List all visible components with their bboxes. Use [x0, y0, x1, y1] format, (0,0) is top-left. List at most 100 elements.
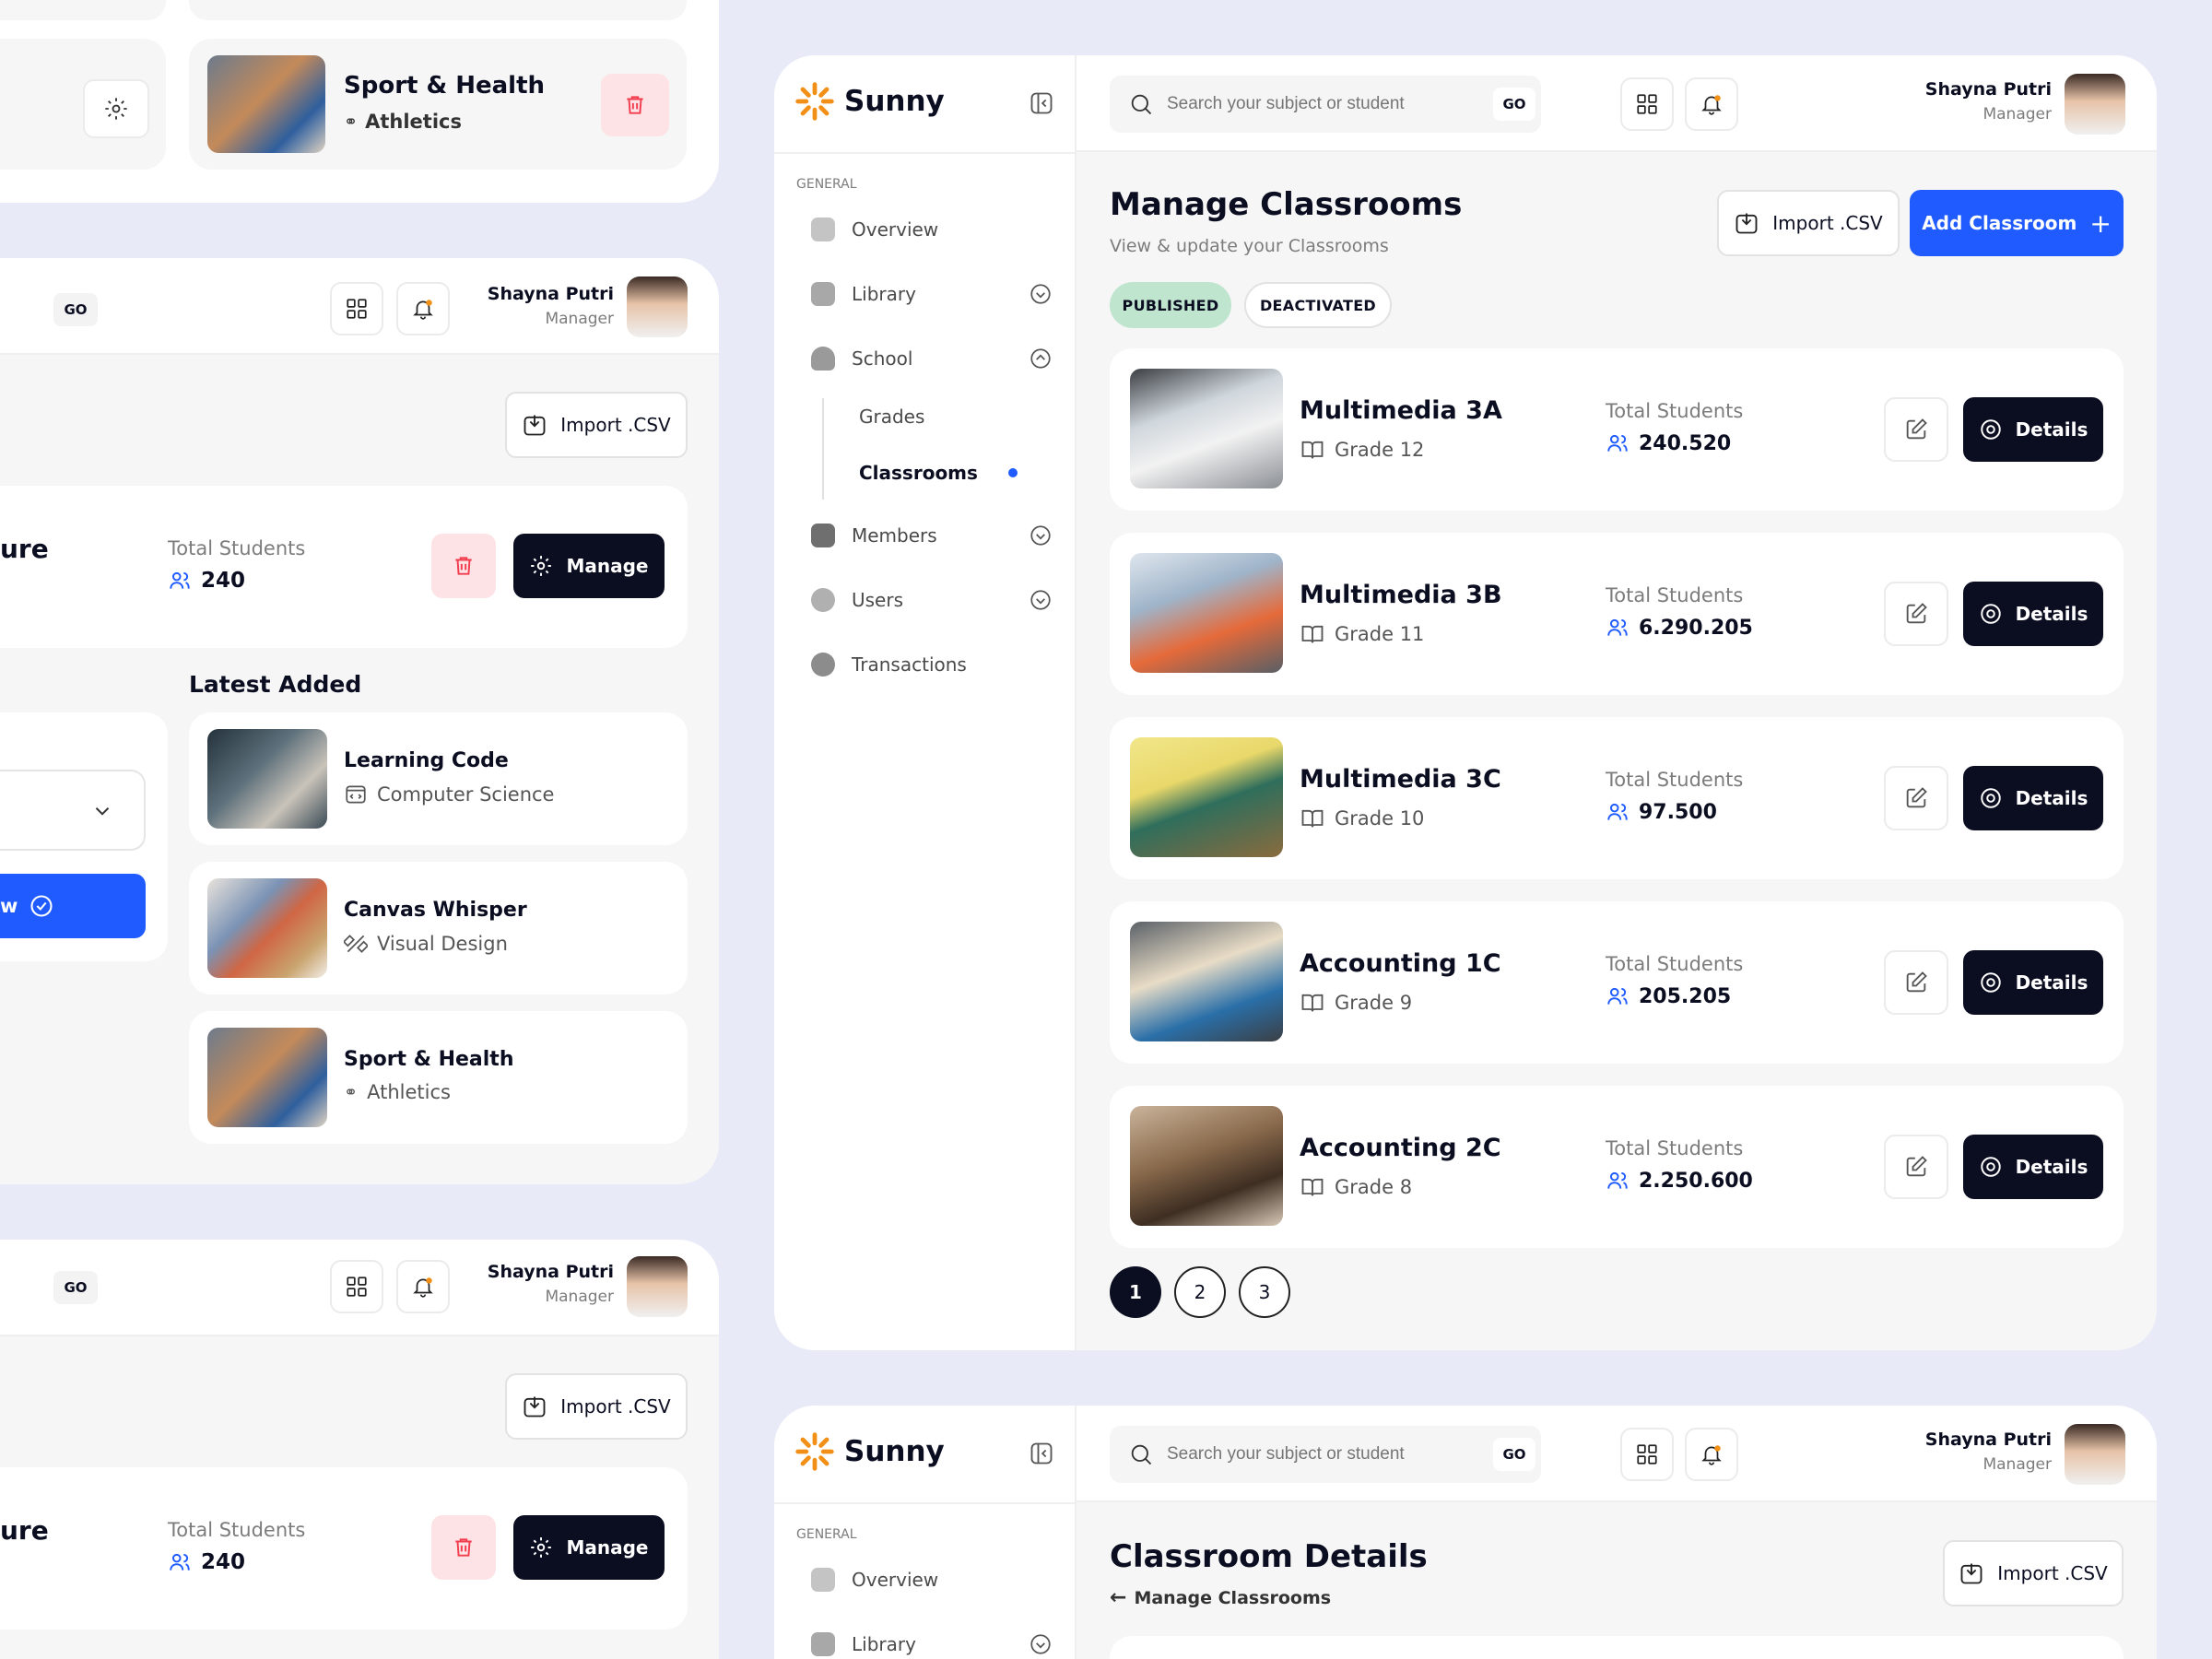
- sidebar-item-overview[interactable]: Overview: [811, 218, 938, 241]
- search-icon: [1131, 94, 1152, 115]
- apps-button[interactable]: [1620, 77, 1674, 131]
- edit-button[interactable]: [1884, 397, 1948, 462]
- total-students-value: 240: [168, 569, 245, 593]
- classroom-name: Multimedia 3C: [1300, 765, 1501, 794]
- edit-button[interactable]: [1884, 950, 1948, 1015]
- apps-button[interactable]: [330, 282, 383, 335]
- search-input[interactable]: [1167, 94, 1480, 114]
- top-header: GO Shayna Putri Manager: [1077, 1406, 2157, 1502]
- settings-button[interactable]: [83, 79, 149, 138]
- eye-icon: [1980, 788, 2001, 808]
- classroom-grade: Grade 12: [1300, 437, 1424, 463]
- classroom-row: Accounting 1C Grade 9 Total Students 205…: [1110, 901, 2124, 1064]
- total-students-label: Total Students: [1606, 584, 1744, 606]
- sidebar-item-library[interactable]: Library: [811, 282, 1053, 306]
- app-logo[interactable]: Sunny: [794, 81, 945, 122]
- tab-deactivated[interactable]: DEACTIVATED: [1244, 282, 1392, 328]
- tab-published[interactable]: PUBLISHED: [1110, 282, 1231, 328]
- search-go-button[interactable]: GO: [1493, 1438, 1535, 1471]
- app-name: Sunny: [844, 1435, 945, 1468]
- total-students-value: 6.290.205: [1606, 616, 1753, 640]
- details-button[interactable]: Details: [1963, 397, 2103, 462]
- manage-button[interactable]: Manage: [513, 534, 665, 598]
- users-icon: [170, 571, 190, 589]
- sidebar-item-school[interactable]: School: [811, 347, 1053, 371]
- edit-button[interactable]: [1884, 766, 1948, 830]
- import-csv-button[interactable]: Import .CSV: [1717, 190, 1900, 256]
- latest-item[interactable]: Canvas Whisper Visual Design: [189, 862, 688, 994]
- avatar[interactable]: [627, 1256, 688, 1317]
- manage-button[interactable]: Manage: [513, 1515, 665, 1580]
- delete-button[interactable]: [601, 74, 669, 136]
- grid-icon: [1637, 1444, 1657, 1465]
- classroom-name: Multimedia 3B: [1300, 581, 1502, 609]
- collapse-sidebar-button[interactable]: [1029, 90, 1054, 120]
- add-classroom-button[interactable]: Add Classroom +: [1910, 190, 2124, 256]
- notifications-button[interactable]: [396, 1260, 450, 1313]
- import-label: Import .CSV: [1997, 1562, 2108, 1584]
- search-bar[interactable]: GO: [1110, 76, 1541, 133]
- import-csv-button[interactable]: Import .CSV: [505, 1373, 688, 1440]
- grid-icon: [1637, 94, 1657, 114]
- avatar[interactable]: [2065, 74, 2125, 135]
- apps-button[interactable]: [1620, 1428, 1674, 1481]
- search-go-button[interactable]: GO: [1493, 88, 1535, 121]
- sidebar-item-grades[interactable]: Grades: [859, 406, 924, 428]
- sidebar-divider: [774, 1502, 1077, 1504]
- eye-icon: [1980, 972, 2001, 993]
- notifications-button[interactable]: [396, 282, 450, 335]
- view-button[interactable]: w: [0, 874, 146, 938]
- classroom-row: Multimedia 3B Grade 11 Total Students 6.…: [1110, 533, 2124, 695]
- details-button[interactable]: Details: [1963, 582, 2103, 646]
- search-go-button[interactable]: GO: [53, 293, 98, 326]
- left-top-card-partial: [0, 0, 166, 20]
- left-settings-card: [0, 39, 166, 170]
- page-button[interactable]: 1: [1110, 1266, 1161, 1318]
- sidebar-item-overview[interactable]: Overview: [811, 1568, 938, 1592]
- user-role: Manager: [545, 310, 614, 328]
- delete-button[interactable]: [431, 534, 496, 598]
- sidebar-item-transactions[interactable]: Transactions: [811, 653, 967, 677]
- avatar[interactable]: [627, 276, 688, 337]
- sidebar-collapse-icon: [1030, 1442, 1053, 1465]
- notifications-button[interactable]: [1685, 1428, 1738, 1481]
- search-go-button[interactable]: GO: [53, 1271, 98, 1304]
- edit-icon: [1906, 787, 1927, 808]
- grid-icon: [347, 1277, 367, 1297]
- notifications-button[interactable]: [1685, 77, 1738, 131]
- avatar[interactable]: [2065, 1424, 2125, 1485]
- sidebar-item-classrooms[interactable]: Classrooms: [859, 462, 978, 484]
- sidebar-item-library[interactable]: Library: [811, 1632, 1053, 1656]
- import-csv-button[interactable]: Import .CSV: [505, 392, 688, 458]
- page-button[interactable]: 2: [1174, 1266, 1226, 1318]
- left-middle-header: GO Shayna Putri Manager: [0, 258, 719, 355]
- app-logo[interactable]: Sunny: [794, 1431, 945, 1472]
- breadcrumb[interactable]: ← Manage Classrooms: [1110, 1586, 1331, 1609]
- sidebar-item-members[interactable]: Members: [811, 524, 1053, 547]
- details-label: Details: [2015, 1156, 2088, 1178]
- chevron-down-icon: [1030, 525, 1051, 546]
- details-button[interactable]: Details: [1963, 766, 2103, 830]
- search-input[interactable]: [1167, 1444, 1480, 1465]
- details-button[interactable]: Details: [1963, 1135, 2103, 1199]
- search-bar[interactable]: GO: [1110, 1426, 1541, 1483]
- edit-button[interactable]: [1884, 582, 1948, 646]
- apps-button[interactable]: [330, 1260, 383, 1313]
- import-icon: [524, 415, 546, 436]
- classroom-thumbnail: [1130, 737, 1283, 857]
- edit-button[interactable]: [1884, 1135, 1948, 1199]
- page-button[interactable]: 3: [1239, 1266, 1290, 1318]
- users-icon: [1607, 434, 1628, 452]
- left-bottom-header: GO Shayna Putri Manager: [0, 1240, 719, 1336]
- total-students-label: Total Students: [1606, 953, 1744, 975]
- collapse-sidebar-button[interactable]: [1029, 1441, 1054, 1470]
- latest-item[interactable]: Learning Code Computer Science: [189, 712, 688, 845]
- delete-button[interactable]: [431, 1515, 496, 1580]
- details-button[interactable]: Details: [1963, 950, 2103, 1015]
- filter-dropdown[interactable]: [0, 770, 146, 851]
- home-icon: [811, 218, 835, 241]
- import-csv-button[interactable]: Import .CSV: [1943, 1540, 2124, 1606]
- latest-item[interactable]: Sport & Health ⚭ Athletics: [189, 1011, 688, 1144]
- sidebar-item-users[interactable]: Users: [811, 588, 1053, 612]
- left-top-course-card[interactable]: Sport & Health ⚭ Athletics: [189, 39, 687, 170]
